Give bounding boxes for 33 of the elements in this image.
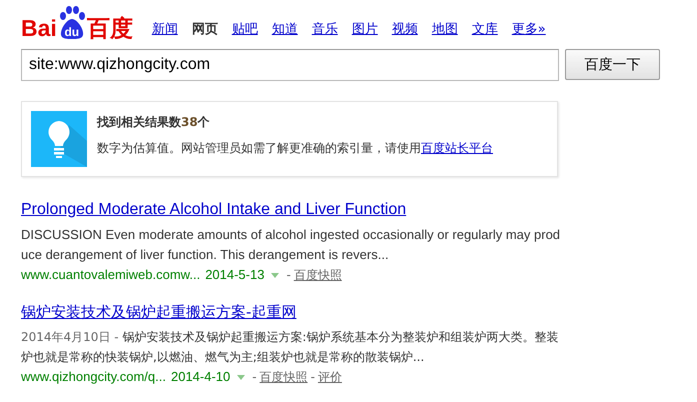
result-url-date: 2014-4-10 — [170, 368, 230, 386]
lightbulb-icon — [31, 111, 87, 167]
nav-tab[interactable]: 贴吧 — [232, 20, 258, 38]
nav-tab[interactable]: 音乐 — [312, 20, 338, 38]
result-title[interactable]: Prolonged Moderate Alcohol Intake and Liver Function — [21, 200, 561, 220]
separator: - — [310, 368, 315, 386]
separator: - — [286, 266, 291, 284]
nav-tab[interactable]: 文库 — [472, 20, 498, 38]
search-field[interactable]: site:www.qizhongcity.com — [21, 49, 559, 81]
nav-tab[interactable]: 知道 — [272, 20, 298, 38]
search-button[interactable]: 百度一下 — [565, 49, 660, 80]
caret-icon[interactable] — [237, 374, 246, 380]
nav-tab[interactable]: 更多» — [512, 20, 546, 38]
info-note: 数字为估算值。网站管理员如需了解更准确的索引量，请使用百度站长平台 — [97, 140, 493, 157]
result-link[interactable]: 百度快照 — [294, 265, 342, 285]
nav-tab[interactable]: 地图 — [432, 20, 458, 38]
result-link[interactable]: 评价 — [318, 367, 342, 387]
result-count: 找到相关结果数38个 — [97, 114, 211, 131]
result-title[interactable]: 锅炉安装技术及锅炉起重搬运方案-起重网 — [21, 302, 561, 322]
nav-tab[interactable]: 新闻 — [152, 20, 178, 38]
result-url: www.cuantovalemiweb.comw... — [21, 266, 200, 284]
result-url-date: 2014-5-13 — [205, 266, 264, 284]
caret-icon[interactable] — [271, 272, 280, 278]
result-snippet: 2014年4月10日 - 锅炉安装技术及锅炉起重搬运方案:锅炉系统基本分为整装炉和组装炉两大类。整装炉也就是常称的快装锅炉,以燃油、燃气为主;组装炉也就是常称的散装锅炉... — [21, 329, 560, 366]
result-url: www.qizhongcity.com/q... — [21, 368, 166, 386]
result-snippet: DISCUSSION Even moderate amounts of alcohol ingested occasionally or regularly may produce derangement of liver function. This derangement is revers... — [21, 226, 561, 264]
webmaster-link[interactable]: 百度站长平台 — [421, 141, 493, 155]
separator: - — [252, 368, 257, 386]
nav-tab[interactable]: 图片 — [352, 20, 378, 38]
logo[interactable]: Bai du 百度 — [21, 6, 133, 40]
nav-tab[interactable]: 视频 — [392, 20, 418, 38]
result-link[interactable]: 百度快照 — [260, 367, 308, 387]
nav-tab[interactable]: 网页 — [192, 20, 218, 38]
